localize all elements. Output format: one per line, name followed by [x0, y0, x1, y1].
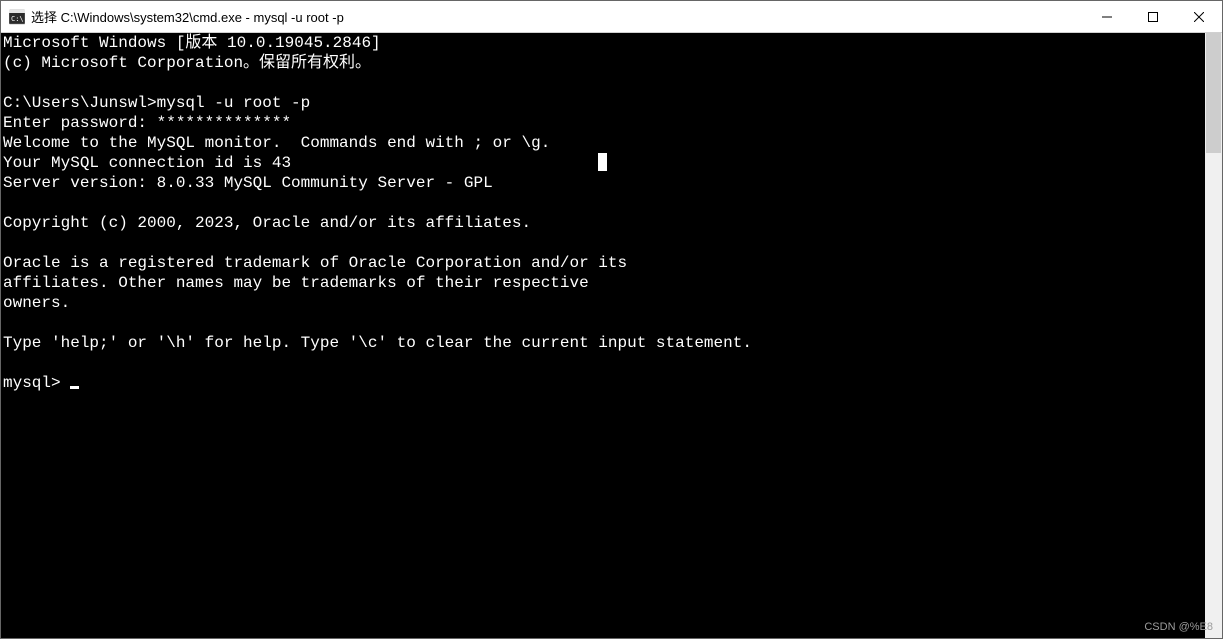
console-line: C:\Users\Junswl>mysql -u root -p [3, 93, 1203, 113]
maximize-button[interactable] [1130, 1, 1176, 32]
console-line: mysql> [3, 373, 1203, 393]
console-line [3, 233, 1203, 253]
vertical-scrollbar[interactable] [1205, 33, 1222, 638]
console-line [3, 313, 1203, 333]
console-line: Microsoft Windows [版本 10.0.19045.2846] [3, 33, 1203, 53]
selection-cursor [598, 153, 607, 171]
console-line: affiliates. Other names may be trademark… [3, 273, 1203, 293]
scrollbar-thumb[interactable] [1206, 33, 1221, 153]
console-line [3, 353, 1203, 373]
close-button[interactable] [1176, 1, 1222, 32]
console-wrap: Microsoft Windows [版本 10.0.19045.2846](c… [1, 33, 1222, 638]
console-line [3, 73, 1203, 93]
cmd-icon: C:\ [9, 9, 25, 25]
console-line: Type 'help;' or '\h' for help. Type '\c'… [3, 333, 1203, 353]
console-line: Oracle is a registered trademark of Orac… [3, 253, 1203, 273]
svg-text:C:\: C:\ [11, 15, 24, 23]
titlebar-buttons [1084, 1, 1222, 32]
console-line: Welcome to the MySQL monitor. Commands e… [3, 133, 1203, 153]
console-line: Copyright (c) 2000, 2023, Oracle and/or … [3, 213, 1203, 233]
window-title: 选择 C:\Windows\system32\cmd.exe - mysql -… [31, 7, 344, 26]
console-line: Your MySQL connection id is 43 [3, 153, 1203, 173]
console-line: Enter password: ************** [3, 113, 1203, 133]
input-cursor [70, 386, 79, 389]
console-line: Server version: 8.0.33 MySQL Community S… [3, 173, 1203, 193]
console-line [3, 193, 1203, 213]
console-line: (c) Microsoft Corporation。保留所有权利。 [3, 53, 1203, 73]
titlebar[interactable]: C:\ 选择 C:\Windows\system32\cmd.exe - mys… [1, 1, 1222, 33]
minimize-button[interactable] [1084, 1, 1130, 32]
console-line: owners. [3, 293, 1203, 313]
cmd-window: C:\ 选择 C:\Windows\system32\cmd.exe - mys… [0, 0, 1223, 639]
console-output[interactable]: Microsoft Windows [版本 10.0.19045.2846](c… [1, 33, 1205, 638]
